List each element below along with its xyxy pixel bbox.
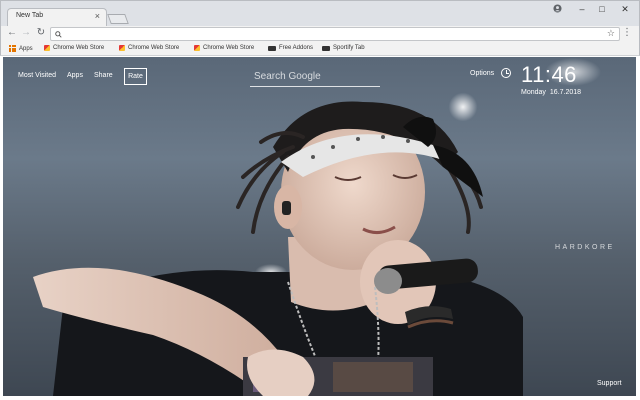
clock-time: 11:46 bbox=[521, 62, 577, 87]
clock-day: Monday bbox=[521, 89, 546, 96]
profile-icon[interactable] bbox=[550, 4, 564, 15]
bookmarks-bar: Apps Chrome Web Store Chrome Web Store C… bbox=[0, 43, 640, 56]
options-link[interactable]: Options bbox=[470, 70, 494, 77]
minimize-button[interactable]: – bbox=[575, 4, 589, 14]
clock-date-value: 16.7.2018 bbox=[549, 89, 582, 96]
apps-grid-icon bbox=[9, 45, 16, 52]
new-tab-button[interactable] bbox=[107, 14, 129, 24]
tab-close-icon[interactable]: × bbox=[95, 11, 100, 21]
bookmark-star-icon[interactable]: ☆ bbox=[607, 28, 615, 39]
free-addons-icon bbox=[268, 45, 276, 51]
address-bar[interactable]: ☆ bbox=[50, 27, 620, 41]
support-link[interactable]: Support bbox=[597, 380, 622, 387]
bookmark-label: Chrome Web Store bbox=[203, 45, 255, 51]
browser-toolbar: ← → ↻ ☆ ⋮ bbox=[0, 26, 640, 43]
bookmark-label: Chrome Web Store bbox=[53, 45, 105, 51]
close-window-button[interactable]: ✕ bbox=[618, 4, 632, 15]
bookmark-apps[interactable]: Apps bbox=[9, 45, 33, 52]
bookmark-label: Free Addons bbox=[279, 45, 314, 51]
forward-icon[interactable]: → bbox=[20, 27, 32, 38]
apps-link[interactable]: Apps bbox=[67, 72, 83, 79]
bookmark-label: Sportify Tab bbox=[333, 45, 365, 51]
bookmark-label: Chrome Web Store bbox=[128, 45, 180, 51]
clock-date: Monday 16.7.2018 bbox=[521, 89, 581, 96]
bookmark-sportify-tab[interactable]: Sportify Tab bbox=[322, 45, 365, 51]
back-icon[interactable]: ← bbox=[6, 27, 18, 38]
bookmark-label: Apps bbox=[19, 45, 33, 52]
title-bar: New Tab × – □ ✕ bbox=[0, 0, 640, 27]
share-link[interactable]: Share bbox=[94, 72, 113, 79]
new-tab-page: Most Visited Apps Share Rate Options 11:… bbox=[3, 57, 636, 396]
background-photo bbox=[33, 101, 523, 396]
chrome-web-store-icon bbox=[194, 45, 200, 51]
menu-icon[interactable]: ⋮ bbox=[622, 27, 632, 38]
tab-title: New Tab bbox=[16, 12, 44, 19]
bookmark-chrome-web-store[interactable]: Chrome Web Store bbox=[44, 45, 104, 51]
sportify-tab-icon bbox=[322, 45, 330, 51]
search-icon bbox=[55, 28, 62, 40]
tab-new-tab[interactable]: New Tab × bbox=[7, 8, 107, 27]
reload-icon[interactable]: ↻ bbox=[35, 27, 47, 38]
bookmark-free-addons[interactable]: Free Addons bbox=[268, 45, 313, 51]
bookmark-chrome-web-store[interactable]: Chrome Web Store bbox=[194, 45, 254, 51]
chrome-web-store-icon bbox=[44, 45, 50, 51]
bookmark-chrome-web-store[interactable]: Chrome Web Store bbox=[119, 45, 179, 51]
most-visited-link[interactable]: Most Visited bbox=[18, 72, 56, 79]
clock-icon[interactable] bbox=[501, 68, 511, 78]
maximize-button[interactable]: □ bbox=[595, 4, 609, 14]
chrome-web-store-icon bbox=[119, 45, 125, 51]
rate-button[interactable]: Rate bbox=[124, 68, 147, 85]
watermark-text: HARDKORE bbox=[555, 244, 615, 251]
search-input[interactable] bbox=[250, 67, 380, 87]
